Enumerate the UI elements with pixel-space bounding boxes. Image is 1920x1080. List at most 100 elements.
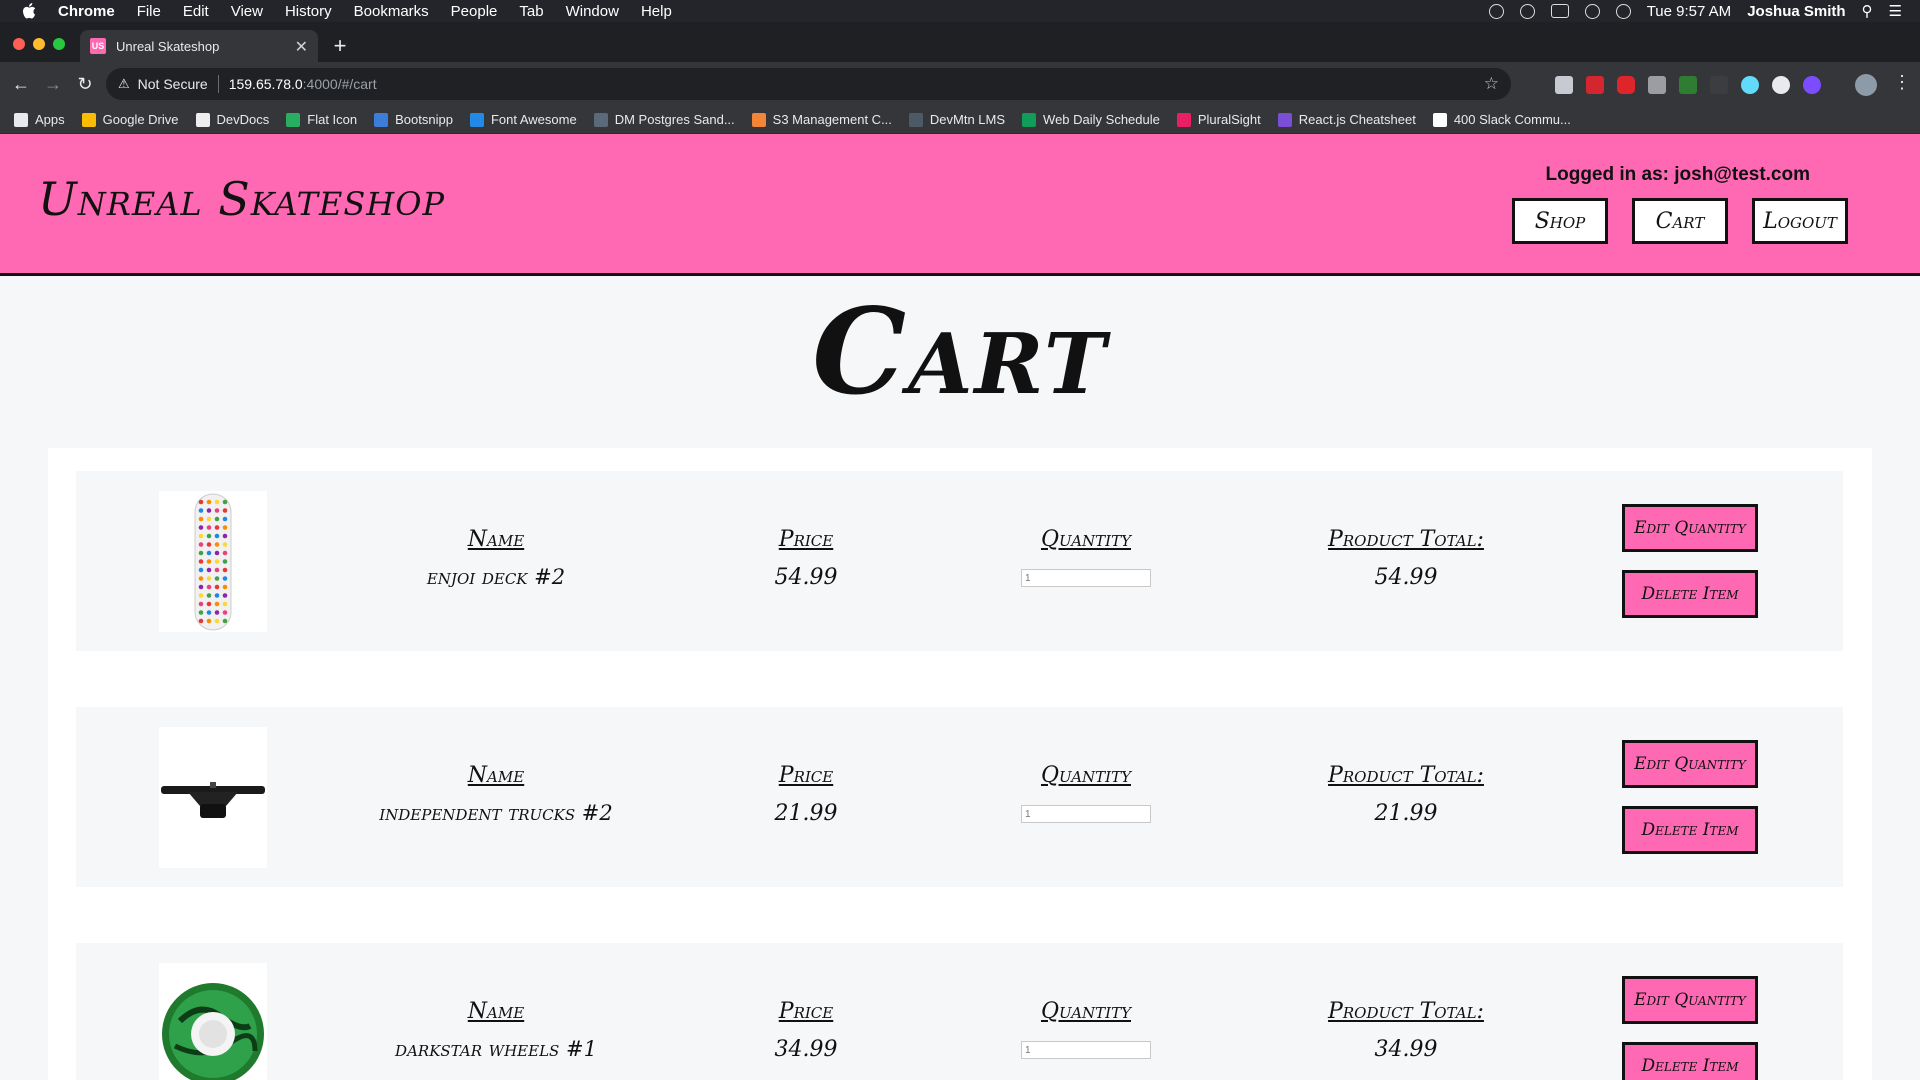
extension-icon[interactable] — [1617, 76, 1635, 94]
bookmark-item[interactable]: DM Postgres Sand... — [593, 112, 735, 127]
react-devtools-icon[interactable] — [1741, 76, 1759, 94]
bookmark-label: S3 Management C... — [772, 112, 892, 127]
extension-icon[interactable] — [1772, 76, 1790, 94]
new-tab-button[interactable]: + — [328, 35, 352, 59]
menu-people[interactable]: People — [451, 3, 498, 20]
extension-icon[interactable] — [1679, 76, 1697, 94]
bookmark-label: Flat Icon — [307, 112, 358, 127]
zoom-window-button[interactable] — [53, 38, 65, 50]
delete-item-button[interactable]: Delete Item — [1622, 806, 1758, 854]
name-column: Name enjoi deck #2 — [346, 527, 646, 589]
extension-icon[interactable] — [1803, 76, 1821, 94]
bookmark-item[interactable]: 400 Slack Commu... — [1432, 112, 1571, 127]
extension-icon[interactable] — [1710, 76, 1728, 94]
name-label: Name — [467, 999, 525, 1024]
bookmark-favicon-icon — [1176, 112, 1191, 127]
menu-file[interactable]: File — [137, 3, 161, 20]
notification-center-icon[interactable]: ☰ — [1889, 2, 1902, 20]
bookmark-favicon-icon — [195, 112, 210, 127]
bookmark-item[interactable]: PluralSight — [1176, 112, 1261, 127]
deck-dot — [206, 558, 212, 564]
bluetooth-icon[interactable] — [1584, 3, 1600, 19]
bookmark-star-icon[interactable]: ☆ — [1484, 74, 1499, 94]
deck-dot — [206, 499, 212, 504]
deck-dot — [206, 584, 212, 589]
quantity-input[interactable] — [1021, 569, 1151, 587]
product-image-truck — [159, 727, 267, 868]
quantity-input[interactable] — [1021, 805, 1151, 823]
bookmark-item[interactable]: Apps — [14, 112, 65, 127]
menu-edit[interactable]: Edit — [183, 3, 209, 20]
extension-icons — [1555, 76, 1821, 94]
deck-dot — [198, 601, 204, 606]
bookmark-item[interactable]: Bootsnipp — [374, 112, 453, 127]
edit-quantity-button[interactable]: Edit Quantity — [1622, 504, 1758, 552]
edit-quantity-button[interactable]: Edit Quantity — [1622, 740, 1758, 788]
logout-button[interactable]: Logout — [1752, 198, 1848, 244]
spotlight-icon[interactable]: ⚲ — [1862, 2, 1873, 20]
profile-avatar[interactable] — [1855, 74, 1877, 96]
menu-app-name[interactable]: Chrome — [58, 3, 115, 20]
bookmark-item[interactable]: S3 Management C... — [751, 112, 892, 127]
bookmark-item[interactable]: DevDocs — [195, 112, 269, 127]
delete-item-button[interactable]: Delete Item — [1622, 570, 1758, 618]
wifi-icon[interactable] — [1615, 3, 1631, 19]
edit-quantity-button[interactable]: Edit Quantity — [1622, 976, 1758, 1024]
deck-dot — [198, 524, 204, 530]
security-label[interactable]: Not Secure — [138, 76, 208, 92]
bookmark-item[interactable]: Font Awesome — [469, 112, 577, 127]
deck-dot — [206, 567, 212, 572]
backup-icon[interactable] — [1519, 3, 1535, 19]
tab-close-icon[interactable]: ✕ — [295, 37, 308, 57]
site-title[interactable]: Unreal Skateshop — [38, 172, 445, 226]
bookmark-item[interactable]: Google Drive — [81, 112, 179, 127]
menu-clock[interactable]: Tue 9:57 AM — [1647, 3, 1732, 20]
bookmark-favicon-icon — [374, 112, 389, 127]
address-bar[interactable]: ⚠ Not Secure 159.65.78.0:4000/#/cart ☆ — [106, 68, 1511, 100]
chrome-menu-icon[interactable]: ⋮ — [1893, 72, 1911, 93]
bookmark-item[interactable]: React.js Cheatsheet — [1277, 112, 1416, 127]
site-header: Unreal Skateshop Logged in as: josh@test… — [0, 134, 1920, 276]
cart-button[interactable]: Cart — [1632, 198, 1728, 244]
deck-dot — [214, 550, 220, 555]
creative-cloud-icon[interactable] — [1488, 3, 1504, 19]
menu-tab[interactable]: Tab — [519, 3, 543, 20]
menu-user[interactable]: Joshua Smith — [1747, 3, 1845, 20]
deck-dot — [198, 541, 204, 547]
deck-dot — [206, 592, 212, 598]
extension-icon[interactable] — [1648, 76, 1666, 94]
deck-dot — [214, 584, 220, 589]
menu-view[interactable]: View — [231, 3, 263, 20]
reload-icon[interactable]: ↻ — [73, 72, 97, 96]
quantity-input[interactable] — [1021, 1041, 1151, 1059]
menu-history[interactable]: History — [285, 3, 332, 20]
minimize-window-button[interactable] — [33, 38, 45, 50]
deck-dot — [198, 516, 204, 521]
bookmark-item[interactable]: Flat Icon — [286, 112, 357, 127]
menu-bookmarks[interactable]: Bookmarks — [354, 3, 429, 20]
name-label: Name — [467, 527, 525, 552]
menu-help[interactable]: Help — [641, 3, 672, 20]
deck-dot — [214, 592, 220, 598]
back-arrow-icon[interactable]: ← — [9, 72, 33, 96]
extension-icon[interactable] — [1555, 76, 1573, 94]
deck-dot — [222, 592, 228, 598]
menu-window[interactable]: Window — [566, 3, 619, 20]
shop-button[interactable]: Shop — [1512, 198, 1608, 244]
deck-dot — [222, 601, 228, 606]
bookmark-favicon-icon — [469, 112, 484, 127]
deck-dot — [222, 524, 228, 530]
deck-dot — [206, 550, 212, 555]
deck-dot — [206, 618, 212, 623]
bookmark-item[interactable]: DevMtn LMS — [908, 112, 1005, 127]
airplay-icon[interactable] — [1550, 4, 1569, 18]
bookmark-item[interactable]: Web Daily Schedule — [1022, 112, 1160, 127]
close-window-button[interactable] — [13, 38, 25, 50]
delete-item-button[interactable]: Delete Item — [1622, 1042, 1758, 1080]
apple-icon[interactable] — [18, 0, 40, 22]
forward-arrow-icon[interactable]: → — [41, 72, 65, 96]
cart-item: Name darkstar wheels #1 Price 34.99 Quan… — [76, 943, 1843, 1080]
bookmark-favicon-icon — [286, 112, 301, 127]
extension-icon[interactable] — [1586, 76, 1604, 94]
browser-tab-active[interactable]: US Unreal Skateshop ✕ — [80, 30, 318, 62]
